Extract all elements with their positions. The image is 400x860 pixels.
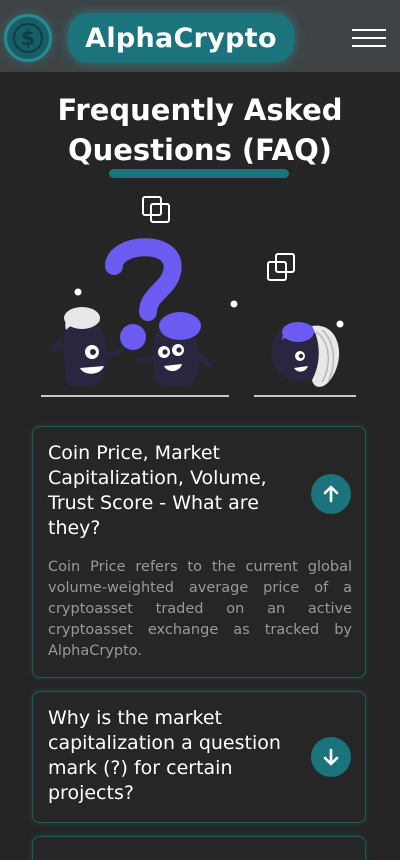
character-right bbox=[271, 322, 340, 387]
faq-toggle-button[interactable] bbox=[311, 737, 351, 777]
character-left bbox=[51, 307, 125, 386]
title-underline bbox=[109, 169, 289, 178]
character-middle bbox=[135, 312, 213, 386]
arrow-up-icon bbox=[323, 485, 339, 503]
faq-question[interactable]: Why is the market capitalization a quest… bbox=[48, 706, 298, 806]
arrow-down-icon bbox=[323, 748, 339, 766]
faq-answer: Coin Price refers to the current global … bbox=[48, 559, 352, 659]
faq-question[interactable]: Coin Price, Market Capitalization, Volum… bbox=[48, 441, 298, 541]
faq-item[interactable]: Coin Price, Market Capitalization, Volum… bbox=[32, 426, 366, 678]
overlap-squares-icon bbox=[142, 196, 170, 223]
faq-characters-illustration bbox=[41, 196, 356, 397]
brand-logo[interactable]: AlphaCrypto bbox=[68, 13, 294, 63]
hamburger-menu-icon[interactable] bbox=[352, 26, 386, 48]
decor-dot bbox=[230, 300, 238, 308]
page-title: Frequently Asked Questions (FAQ) bbox=[20, 90, 380, 170]
menu-line bbox=[352, 45, 386, 47]
menu-line bbox=[352, 37, 386, 39]
logo-symbol: $ bbox=[13, 23, 43, 53]
header: $ AlphaCrypto bbox=[0, 0, 400, 72]
menu-line bbox=[352, 29, 386, 31]
faq-item[interactable] bbox=[32, 836, 366, 860]
overlap-squares-icon bbox=[267, 253, 295, 281]
decor-dot bbox=[74, 288, 82, 296]
page-title-line-1: Frequently Asked bbox=[57, 93, 343, 127]
faq-toggle-button[interactable] bbox=[311, 474, 351, 514]
faq-item[interactable]: Why is the market capitalization a quest… bbox=[32, 691, 366, 823]
dollar-coin-icon[interactable]: $ bbox=[4, 14, 52, 62]
page-title-line-2: Questions (FAQ) bbox=[67, 133, 333, 167]
decor-dot bbox=[336, 320, 344, 328]
